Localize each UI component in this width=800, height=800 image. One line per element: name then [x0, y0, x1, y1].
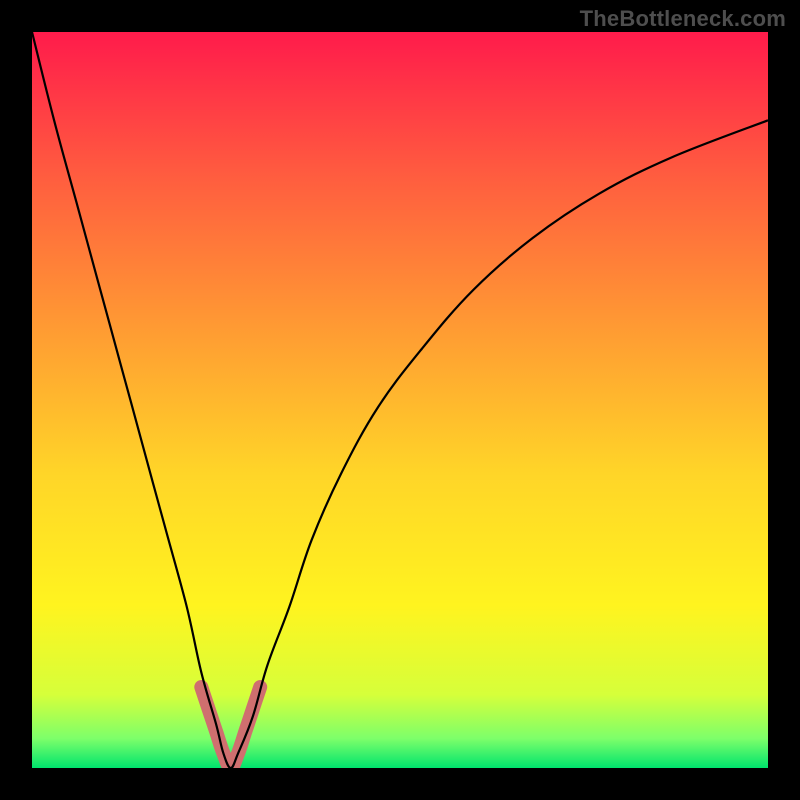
curve-layer — [32, 32, 768, 768]
highlight-segment — [201, 687, 260, 768]
watermark-text: TheBottleneck.com — [580, 6, 786, 32]
chart-frame: TheBottleneck.com — [0, 0, 800, 800]
bottleneck-curve — [32, 32, 768, 768]
plot-area — [32, 32, 768, 768]
